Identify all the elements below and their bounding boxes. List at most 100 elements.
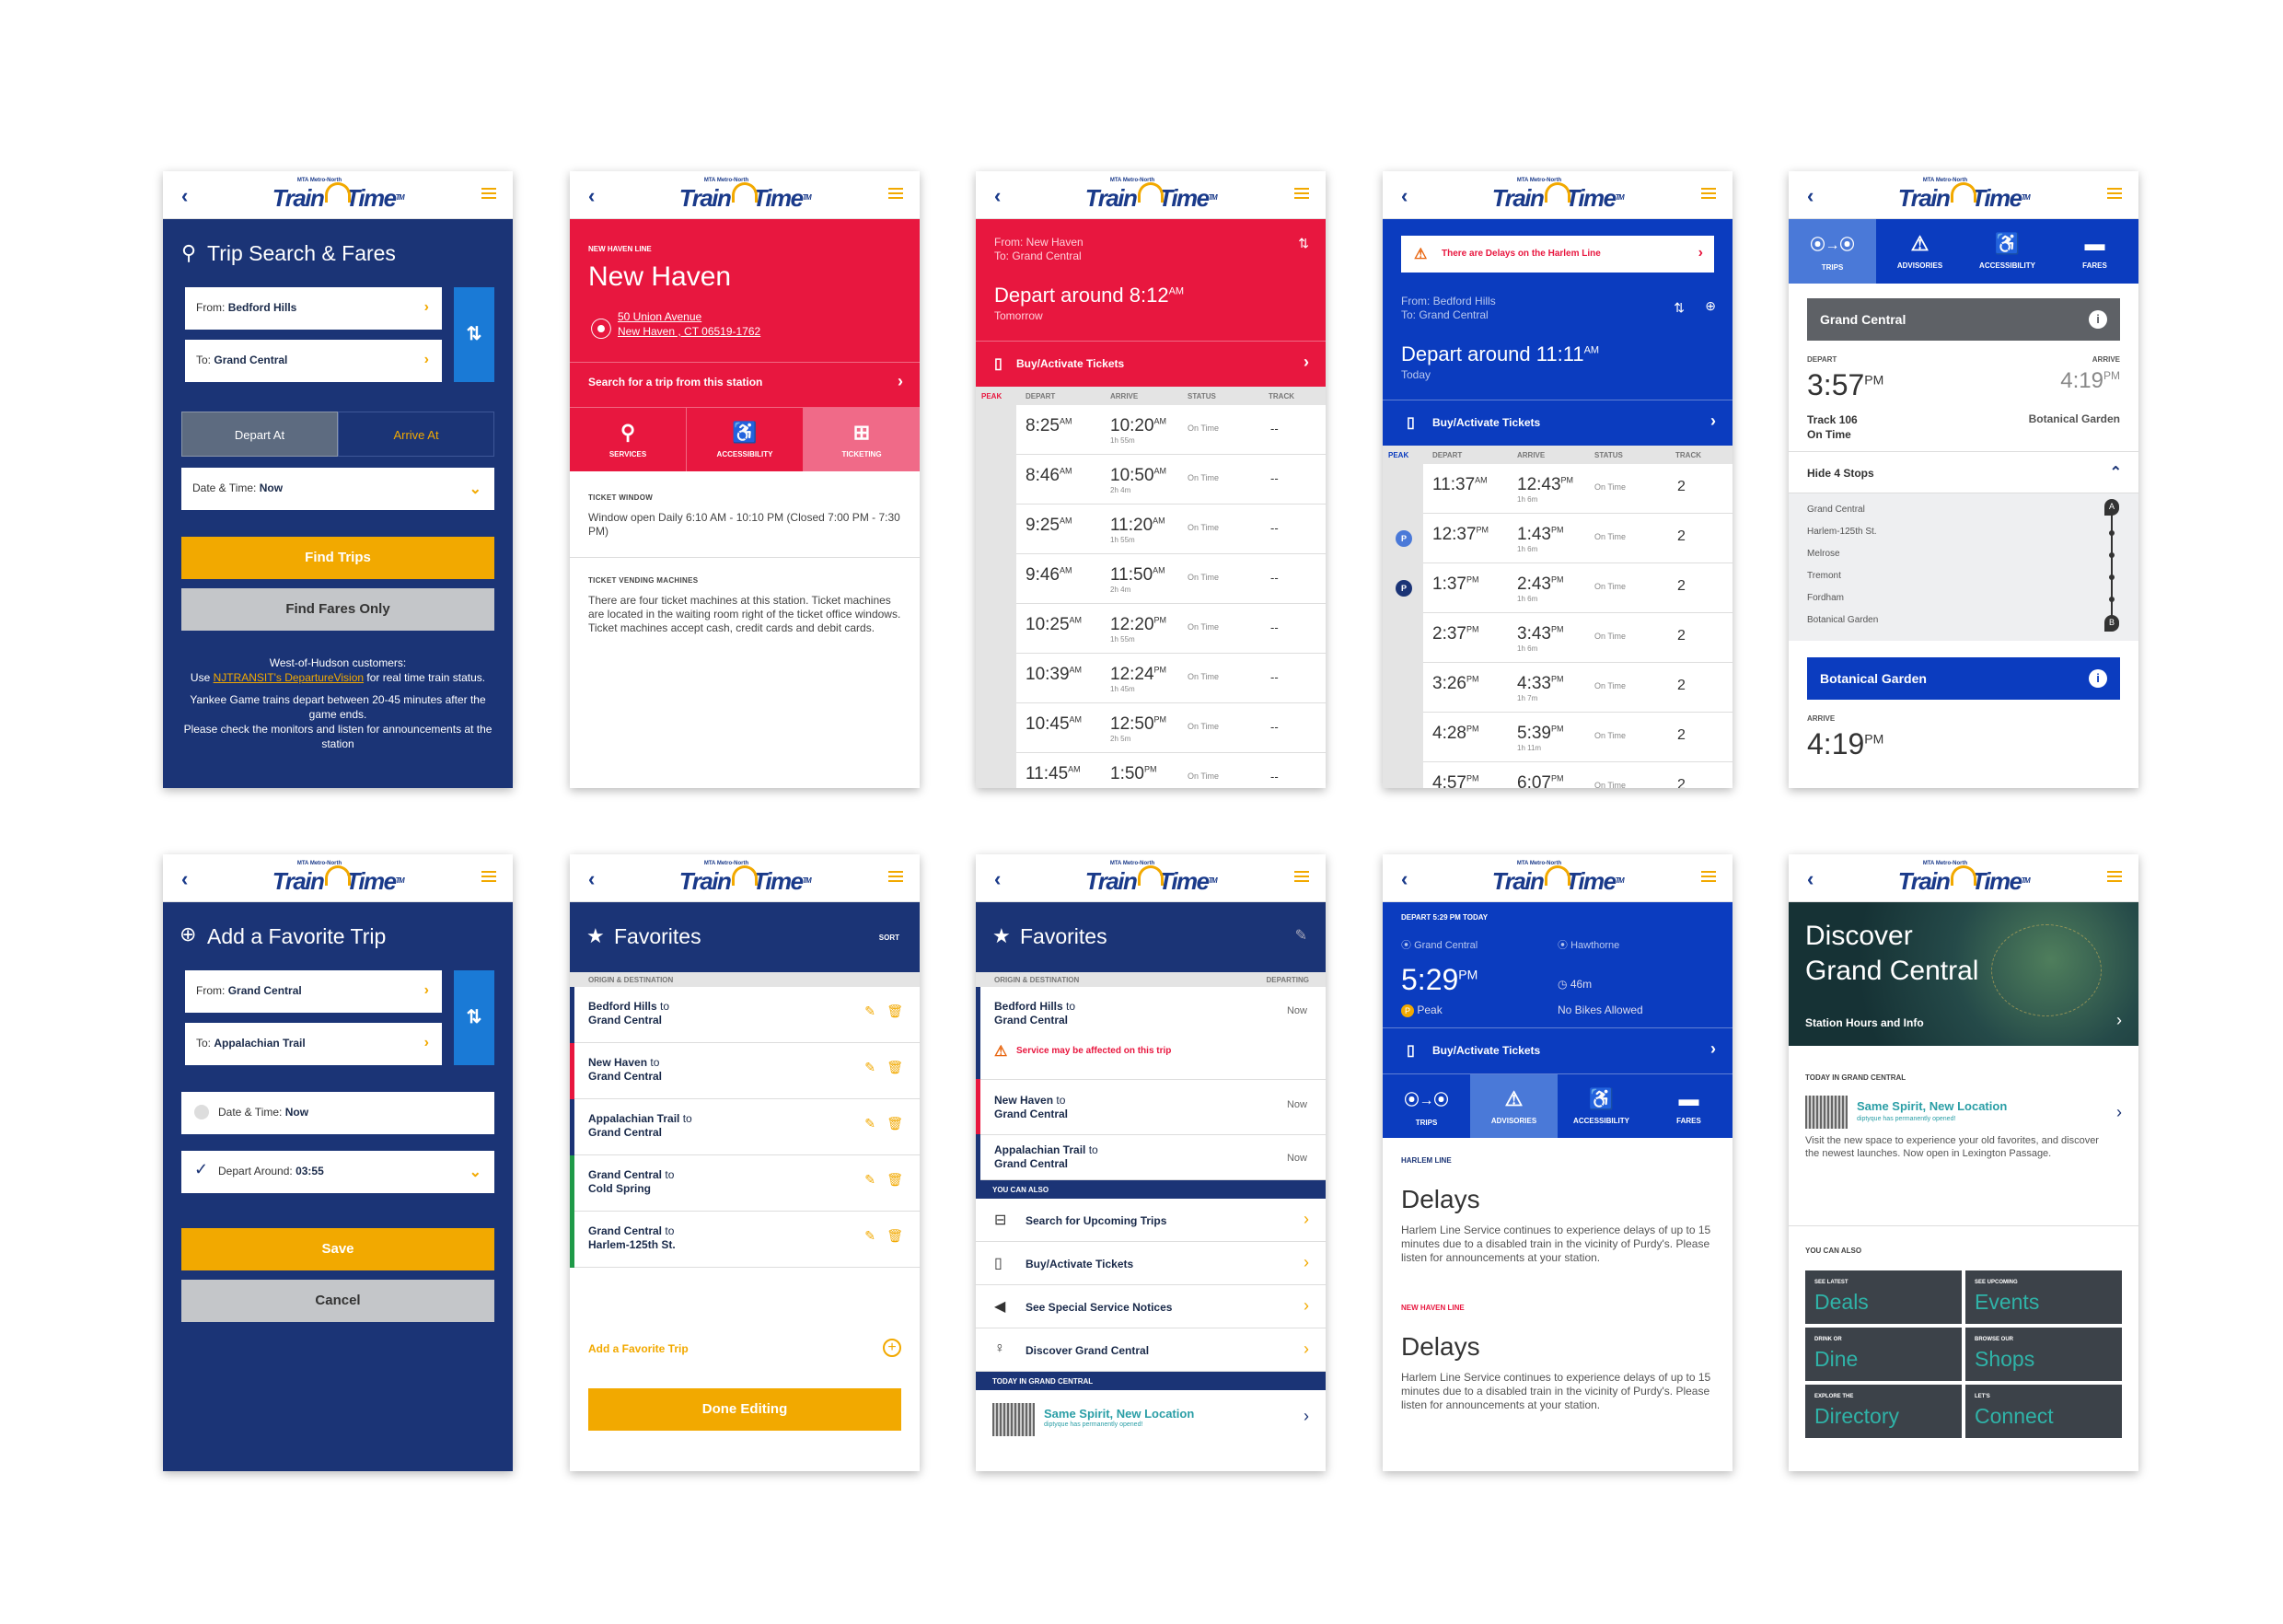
add-icon[interactable]: + [883, 1339, 901, 1357]
tile-events[interactable]: SEE UPCOMING Events [1965, 1270, 2122, 1324]
reverse-icon[interactable]: ⇅ [1674, 300, 1685, 316]
edit-icon[interactable]: ✎ [864, 1228, 875, 1244]
menu-icon[interactable] [1294, 188, 1309, 199]
link-row[interactable]: ⊟ Search for Upcoming Trips › [976, 1199, 1326, 1242]
depart-around-field[interactable]: ✓ Depart Around: 03:55 ⌄ [181, 1151, 494, 1193]
menu-icon[interactable] [2107, 188, 2122, 199]
menu-icon[interactable] [1294, 871, 1309, 882]
trash-icon[interactable]: 🗑 [887, 1116, 903, 1131]
buy-tickets-row[interactable]: ▯ Buy/Activate Tickets › [976, 341, 1326, 387]
list-item[interactable]: Grand Central to Harlem-125th St. ✎ 🗑 [570, 1212, 920, 1268]
menu-icon[interactable] [2107, 871, 2122, 882]
link-row[interactable]: ♀ Discover Grand Central › [976, 1328, 1326, 1372]
trip-row[interactable]: P 1:37PM 2:43PM 1h 6m On Time 2 [1383, 563, 1733, 613]
date-time-field[interactable]: Date & Time: Now ⌄ [181, 468, 494, 510]
buy-tickets-row[interactable]: ▯ Buy/Activate Tickets › [1383, 1027, 1733, 1073]
trip-row[interactable]: 9:25AM 11:20AM 1h 55m On Time -- [976, 505, 1326, 554]
edit-icon[interactable]: ✎ [864, 1003, 875, 1019]
tab-ticketing[interactable]: ⊞ TICKETING [804, 408, 920, 471]
tile-connect[interactable]: LET'S Connect [1965, 1385, 2122, 1438]
find-fares-button[interactable]: Find Fares Only [181, 588, 494, 631]
tile-shops[interactable]: BROWSE OUR Shops [1965, 1328, 2122, 1381]
date-time-field[interactable]: Date & Time: Now [181, 1092, 494, 1134]
tab-trips[interactable]: ⦿→⦿ TRIPS [1789, 219, 1876, 284]
list-item[interactable]: Appalachian Trail to Grand Central ✎ 🗑 [570, 1099, 920, 1155]
trip-row[interactable]: 11:45AM 1:50PM On Time -- [976, 753, 1326, 788]
edit-icon[interactable]: ✎ [1295, 926, 1307, 945]
list-item[interactable]: Grand Central to Cold Spring ✎ 🗑 [570, 1155, 920, 1212]
trip-row[interactable]: 3:26PM 4:33PM 1h 7m On Time 2 [1383, 663, 1733, 713]
delay-alert[interactable]: ⚠ There are Delays on the Harlem Line › [1401, 236, 1714, 273]
back-icon[interactable]: ‹ [181, 867, 188, 891]
trash-icon[interactable]: 🗑 [887, 1172, 903, 1188]
tab-trips[interactable]: ⦿→⦿ TRIPS [1383, 1074, 1470, 1138]
menu-icon[interactable] [888, 871, 903, 882]
link-row[interactable]: ▯ Buy/Activate Tickets › [976, 1242, 1326, 1285]
back-icon[interactable]: ‹ [588, 184, 595, 208]
promo-title[interactable]: Same Spirit, New Location [1857, 1099, 2007, 1113]
tab-advisories[interactable]: ⚠ ADVISORIES [1470, 1074, 1558, 1138]
edit-icon[interactable]: ✎ [864, 1116, 875, 1131]
trash-icon[interactable]: 🗑 [887, 1060, 903, 1075]
swap-button[interactable]: ⇅ [454, 970, 494, 1065]
menu-icon[interactable] [1701, 188, 1716, 199]
sort-button[interactable]: SORT [879, 934, 899, 942]
save-button[interactable]: Save [181, 1228, 494, 1270]
done-editing-button[interactable]: Done Editing [588, 1388, 901, 1431]
address-link[interactable]: 50 Union Avenue New Haven , CT 06519-1762 [618, 309, 760, 339]
from-field[interactable]: From: Grand Central › [181, 970, 442, 1013]
menu-icon[interactable] [481, 188, 496, 199]
tile-deals[interactable]: SEE LATEST Deals [1805, 1270, 1962, 1324]
back-icon[interactable]: ‹ [1807, 184, 1814, 208]
back-icon[interactable]: ‹ [588, 867, 595, 891]
trip-row[interactable]: 10:45AM 12:50PM 2h 5m On Time -- [976, 703, 1326, 753]
tab-services[interactable]: ⚲ SERVICES [570, 408, 687, 471]
promo-row[interactable]: Same Spirit, New Location diptyque has p… [976, 1390, 1326, 1445]
link-row[interactable]: ◀ See Special Service Notices › [976, 1285, 1326, 1328]
tab-accessibility[interactable]: ♿ ACCESSIBILITY [1964, 219, 2051, 284]
tab-accessibility[interactable]: ♿ ACCESSIBILITY [687, 408, 804, 471]
depart-at-toggle[interactable]: Depart At [181, 412, 338, 457]
trip-row[interactable]: 8:46AM 10:50AM 2h 4m On Time -- [976, 455, 1326, 505]
trip-row[interactable]: 2:37PM 3:43PM 1h 6m On Time 2 [1383, 613, 1733, 663]
back-icon[interactable]: ‹ [1401, 184, 1408, 208]
list-item[interactable]: Appalachian Trail to Grand Central [994, 1143, 1098, 1171]
add-favorite-icon[interactable]: ⊕ [1705, 298, 1716, 314]
to-field[interactable]: To: Appalachian Trail › [181, 1023, 442, 1065]
cancel-button[interactable]: Cancel [181, 1280, 494, 1322]
trip-row[interactable]: 11:37AM 12:43PM 1h 6m On Time 2 [1383, 464, 1733, 514]
back-icon[interactable]: ‹ [1401, 867, 1408, 891]
list-item[interactable]: New Haven to Grand Central [994, 1094, 1068, 1121]
reverse-icon[interactable]: ⇅ [1298, 236, 1309, 251]
station-hours-link[interactable]: Station Hours and Info [1805, 1016, 1924, 1029]
tile-directory[interactable]: EXPLORE THE Directory [1805, 1385, 1962, 1438]
list-item[interactable]: Bedford Hills to Grand Central [994, 1000, 1075, 1027]
swap-button[interactable]: ⇅ [454, 287, 494, 382]
list-item[interactable]: Bedford Hills to Grand Central ✎ 🗑 [570, 987, 920, 1043]
origin-card[interactable]: Grand Central i [1807, 298, 2120, 341]
back-icon[interactable]: ‹ [181, 184, 188, 208]
njtransit-link[interactable]: NJTRANSIT's DepartureVision [214, 671, 364, 684]
from-field[interactable]: From: Bedford Hills › [181, 287, 442, 330]
trash-icon[interactable]: 🗑 [887, 1003, 903, 1019]
trip-row[interactable]: P 12:37PM 1:43PM 1h 6m On Time 2 [1383, 514, 1733, 563]
edit-icon[interactable]: ✎ [864, 1060, 875, 1075]
edit-icon[interactable]: ✎ [864, 1172, 875, 1188]
destination-card[interactable]: Botanical Garden i [1807, 657, 2120, 700]
add-favorite-link[interactable]: Add a Favorite Trip [588, 1342, 689, 1355]
menu-icon[interactable] [481, 871, 496, 882]
trip-row[interactable]: 10:39AM 12:24PM 1h 45m On Time -- [976, 654, 1326, 703]
menu-icon[interactable] [1701, 871, 1716, 882]
tab-fares[interactable]: ▬ FARES [2051, 219, 2138, 284]
buy-tickets-row[interactable]: ▯ Buy/Activate Tickets › [1383, 400, 1733, 446]
arrive-at-toggle[interactable]: Arrive At [338, 412, 494, 457]
tab-accessibility[interactable]: ♿ ACCESSIBILITY [1558, 1074, 1645, 1138]
hide-stops-toggle[interactable]: Hide 4 Stops ⌃ [1789, 451, 2138, 493]
tile-dine[interactable]: DRINK OR Dine [1805, 1328, 1962, 1381]
tab-fares[interactable]: ▬ FARES [1645, 1074, 1733, 1138]
back-icon[interactable]: ‹ [994, 867, 1001, 891]
trip-row[interactable]: 4:57PM 6:07PM On Time 2 [1383, 762, 1733, 788]
to-field[interactable]: To: Grand Central › [181, 340, 442, 382]
back-icon[interactable]: ‹ [1807, 867, 1814, 891]
trip-row[interactable]: 8:25AM 10:20AM 1h 55m On Time -- [976, 405, 1326, 455]
